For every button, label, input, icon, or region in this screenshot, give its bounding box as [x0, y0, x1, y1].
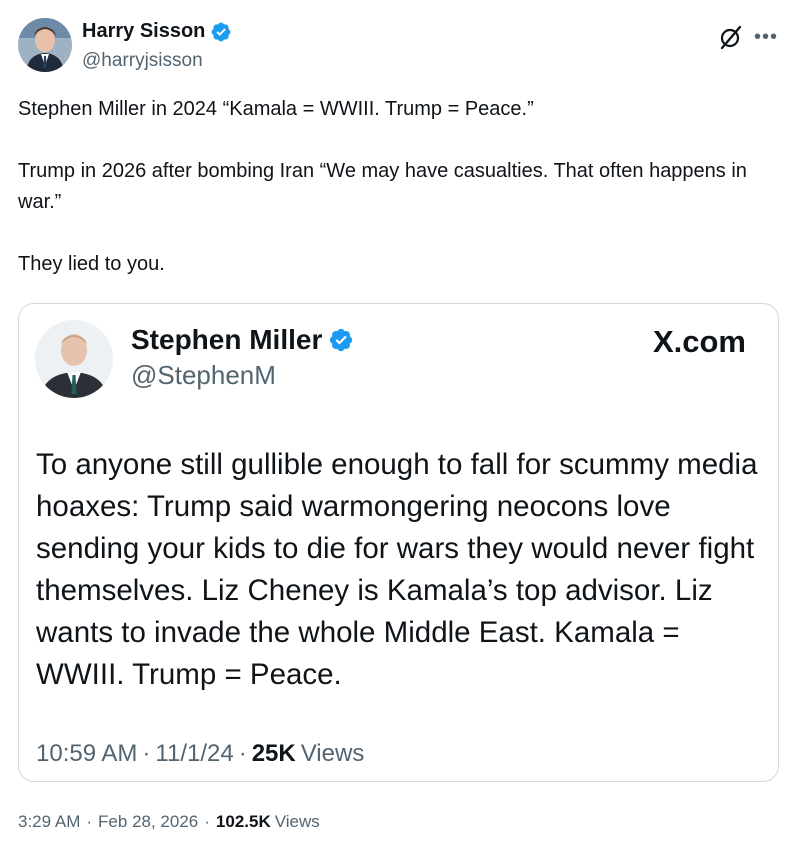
- separator-dot: ·: [204, 812, 210, 831]
- author-handle[interactable]: @harryjsisson: [82, 50, 203, 72]
- author-avatar[interactable]: [18, 18, 72, 72]
- grok-icon[interactable]: [718, 24, 744, 50]
- separator-dot: ·: [238, 740, 247, 767]
- separator-dot: ·: [86, 812, 93, 831]
- verified-badge-icon: [328, 327, 354, 353]
- quoted-views-count: 25K: [251, 740, 296, 767]
- tweet-header: Harry Sisson @harryjsisson •••: [18, 18, 782, 78]
- quoted-tweet-date[interactable]: 11/1/24: [155, 740, 233, 768]
- quoted-tweet-meta: 10:59 AM · 11/1/24 · 25K Views: [36, 740, 364, 768]
- tweet-text: Stephen Miller in 2024 “Kamala = WWIII. …: [18, 94, 782, 280]
- tweet-time[interactable]: 3:29 AM: [18, 812, 80, 832]
- tweet-line: Stephen Miller in 2024 “Kamala = WWIII. …: [18, 98, 534, 120]
- quoted-author-name-row: Stephen Miller: [131, 324, 354, 356]
- tweet-line: Trump in 2026 after bombing Iran “We may…: [18, 160, 747, 213]
- tweet-line: They lied to you.: [18, 253, 165, 275]
- tweet-date[interactable]: Feb 28, 2026: [98, 812, 198, 832]
- author-name[interactable]: Harry Sisson: [82, 20, 205, 43]
- views-label: Views: [274, 812, 320, 831]
- quoted-author-avatar[interactable]: [35, 320, 113, 398]
- views-count: 102.5K: [215, 812, 271, 831]
- quoted-tweet-card[interactable]: Stephen Miller @StephenM X.com To anyone…: [18, 303, 779, 782]
- author-name-row: Harry Sisson: [82, 20, 232, 43]
- site-logo: X.com: [652, 324, 746, 359]
- verified-badge-icon: [210, 21, 232, 43]
- more-options-icon[interactable]: •••: [754, 27, 778, 47]
- quoted-tweet-time[interactable]: 10:59 AM: [36, 740, 137, 768]
- separator-dot: ·: [142, 740, 151, 767]
- quoted-author-name[interactable]: Stephen Miller: [131, 324, 322, 356]
- quoted-author-handle[interactable]: @StephenM: [131, 360, 276, 391]
- quoted-tweet-text: To anyone still gullible enough to fall …: [36, 448, 758, 691]
- tweet-meta: 3:29 AM · Feb 28, 2026 · 102.5K Views: [18, 812, 320, 832]
- quoted-views-label: Views: [300, 740, 365, 767]
